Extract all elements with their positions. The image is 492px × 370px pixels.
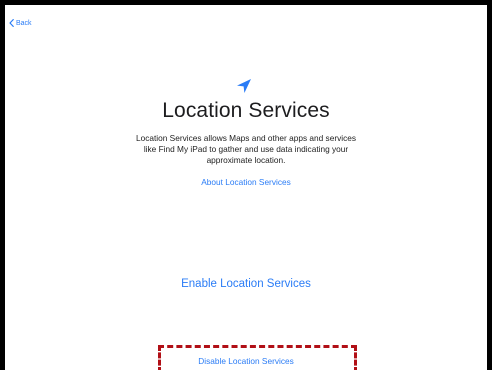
disable-location-services-button[interactable]: Disable Location Services — [5, 356, 487, 366]
chevron-left-icon — [9, 19, 14, 27]
description-text: Location Services allows Maps and other … — [136, 133, 356, 165]
back-button[interactable]: Back — [9, 19, 32, 27]
about-location-services-link[interactable]: About Location Services — [5, 177, 487, 187]
back-label: Back — [16, 19, 32, 27]
setup-screen: Back Location Services Location Services… — [5, 5, 487, 370]
location-arrow-icon — [237, 79, 251, 93]
page-title: Location Services — [162, 99, 330, 122]
enable-location-services-button[interactable]: Enable Location Services — [5, 278, 487, 290]
